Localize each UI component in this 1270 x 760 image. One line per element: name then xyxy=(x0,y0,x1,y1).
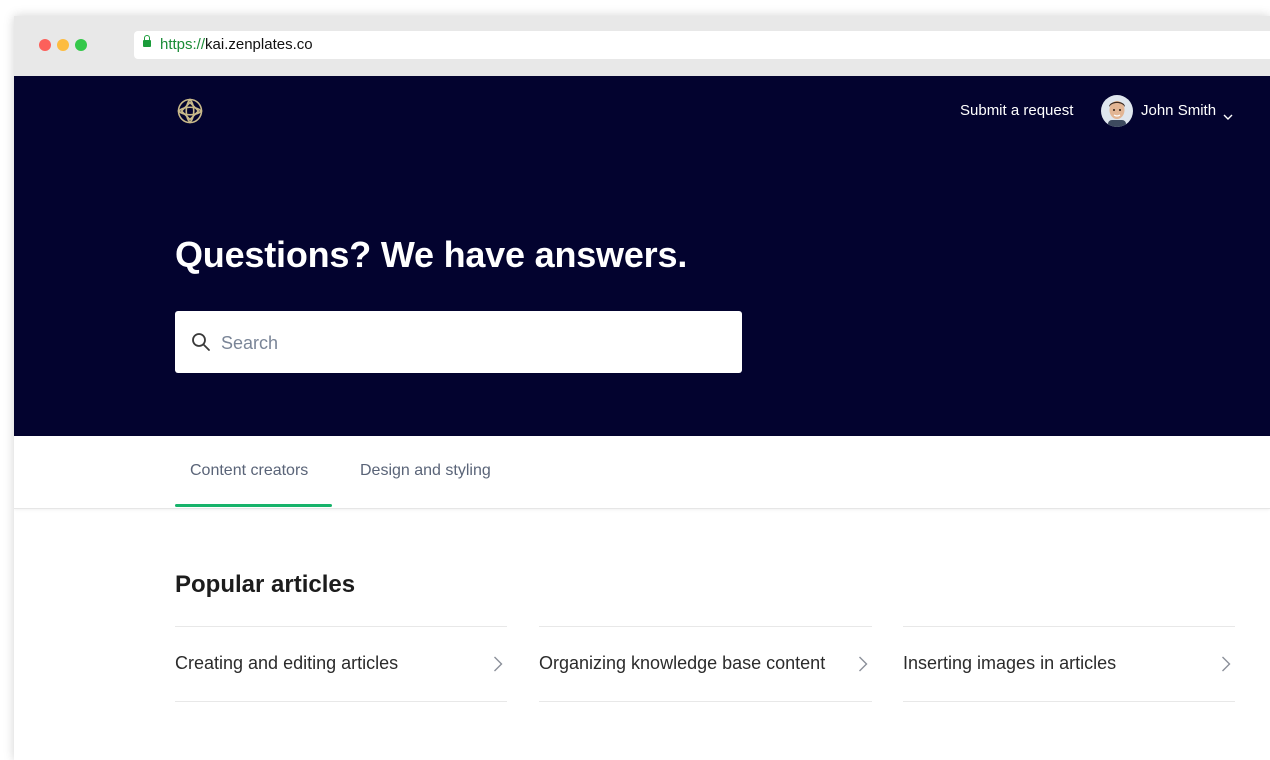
tab-content-creators[interactable]: Content creators xyxy=(190,462,308,480)
chevron-right-icon xyxy=(1221,656,1231,672)
hero-section: Submit a request John Smith Questions? W… xyxy=(14,76,1270,436)
active-tab-indicator xyxy=(175,504,332,507)
search-input[interactable] xyxy=(219,323,723,363)
maximize-window-button[interactable] xyxy=(75,39,87,51)
lotus-logo-icon[interactable] xyxy=(175,96,205,126)
user-menu-name[interactable]: John Smith xyxy=(1141,102,1216,119)
chevron-right-icon xyxy=(493,656,503,672)
article-link[interactable]: Organizing knowledge base content xyxy=(539,626,872,702)
address-bar[interactable]: https://kai.zenplates.co xyxy=(134,31,1270,59)
browser-window: https://kai.zenplates.co Submit a reques… xyxy=(14,16,1270,760)
browser-toolbar: https://kai.zenplates.co xyxy=(14,16,1270,77)
chevron-down-icon[interactable] xyxy=(1223,107,1233,120)
close-window-button[interactable] xyxy=(39,39,51,51)
page-title: Questions? We have answers. xyxy=(175,234,688,275)
url-scheme: https:// xyxy=(160,36,206,53)
search-box[interactable] xyxy=(175,311,742,373)
avatar[interactable] xyxy=(1101,95,1133,127)
lock-icon xyxy=(143,35,151,47)
article-link[interactable]: Inserting images in articles xyxy=(903,626,1235,702)
tab-design-and-styling[interactable]: Design and styling xyxy=(360,462,491,480)
popular-articles-title: Popular articles xyxy=(175,571,356,598)
article-link[interactable]: Creating and editing articles xyxy=(175,626,507,702)
search-icon xyxy=(191,332,211,352)
minimize-window-button[interactable] xyxy=(57,39,69,51)
url-text[interactable]: https://kai.zenplates.co xyxy=(160,31,313,59)
article-title: Organizing knowledge base content xyxy=(539,653,826,673)
chevron-right-icon xyxy=(858,656,868,672)
submit-request-link[interactable]: Submit a request xyxy=(960,102,1073,119)
article-title: Creating and editing articles xyxy=(175,653,399,673)
category-tabs: Content creators Design and styling xyxy=(14,436,1270,509)
article-title: Inserting images in articles xyxy=(903,653,1117,673)
url-host: kai.zenplates.co xyxy=(205,36,313,53)
